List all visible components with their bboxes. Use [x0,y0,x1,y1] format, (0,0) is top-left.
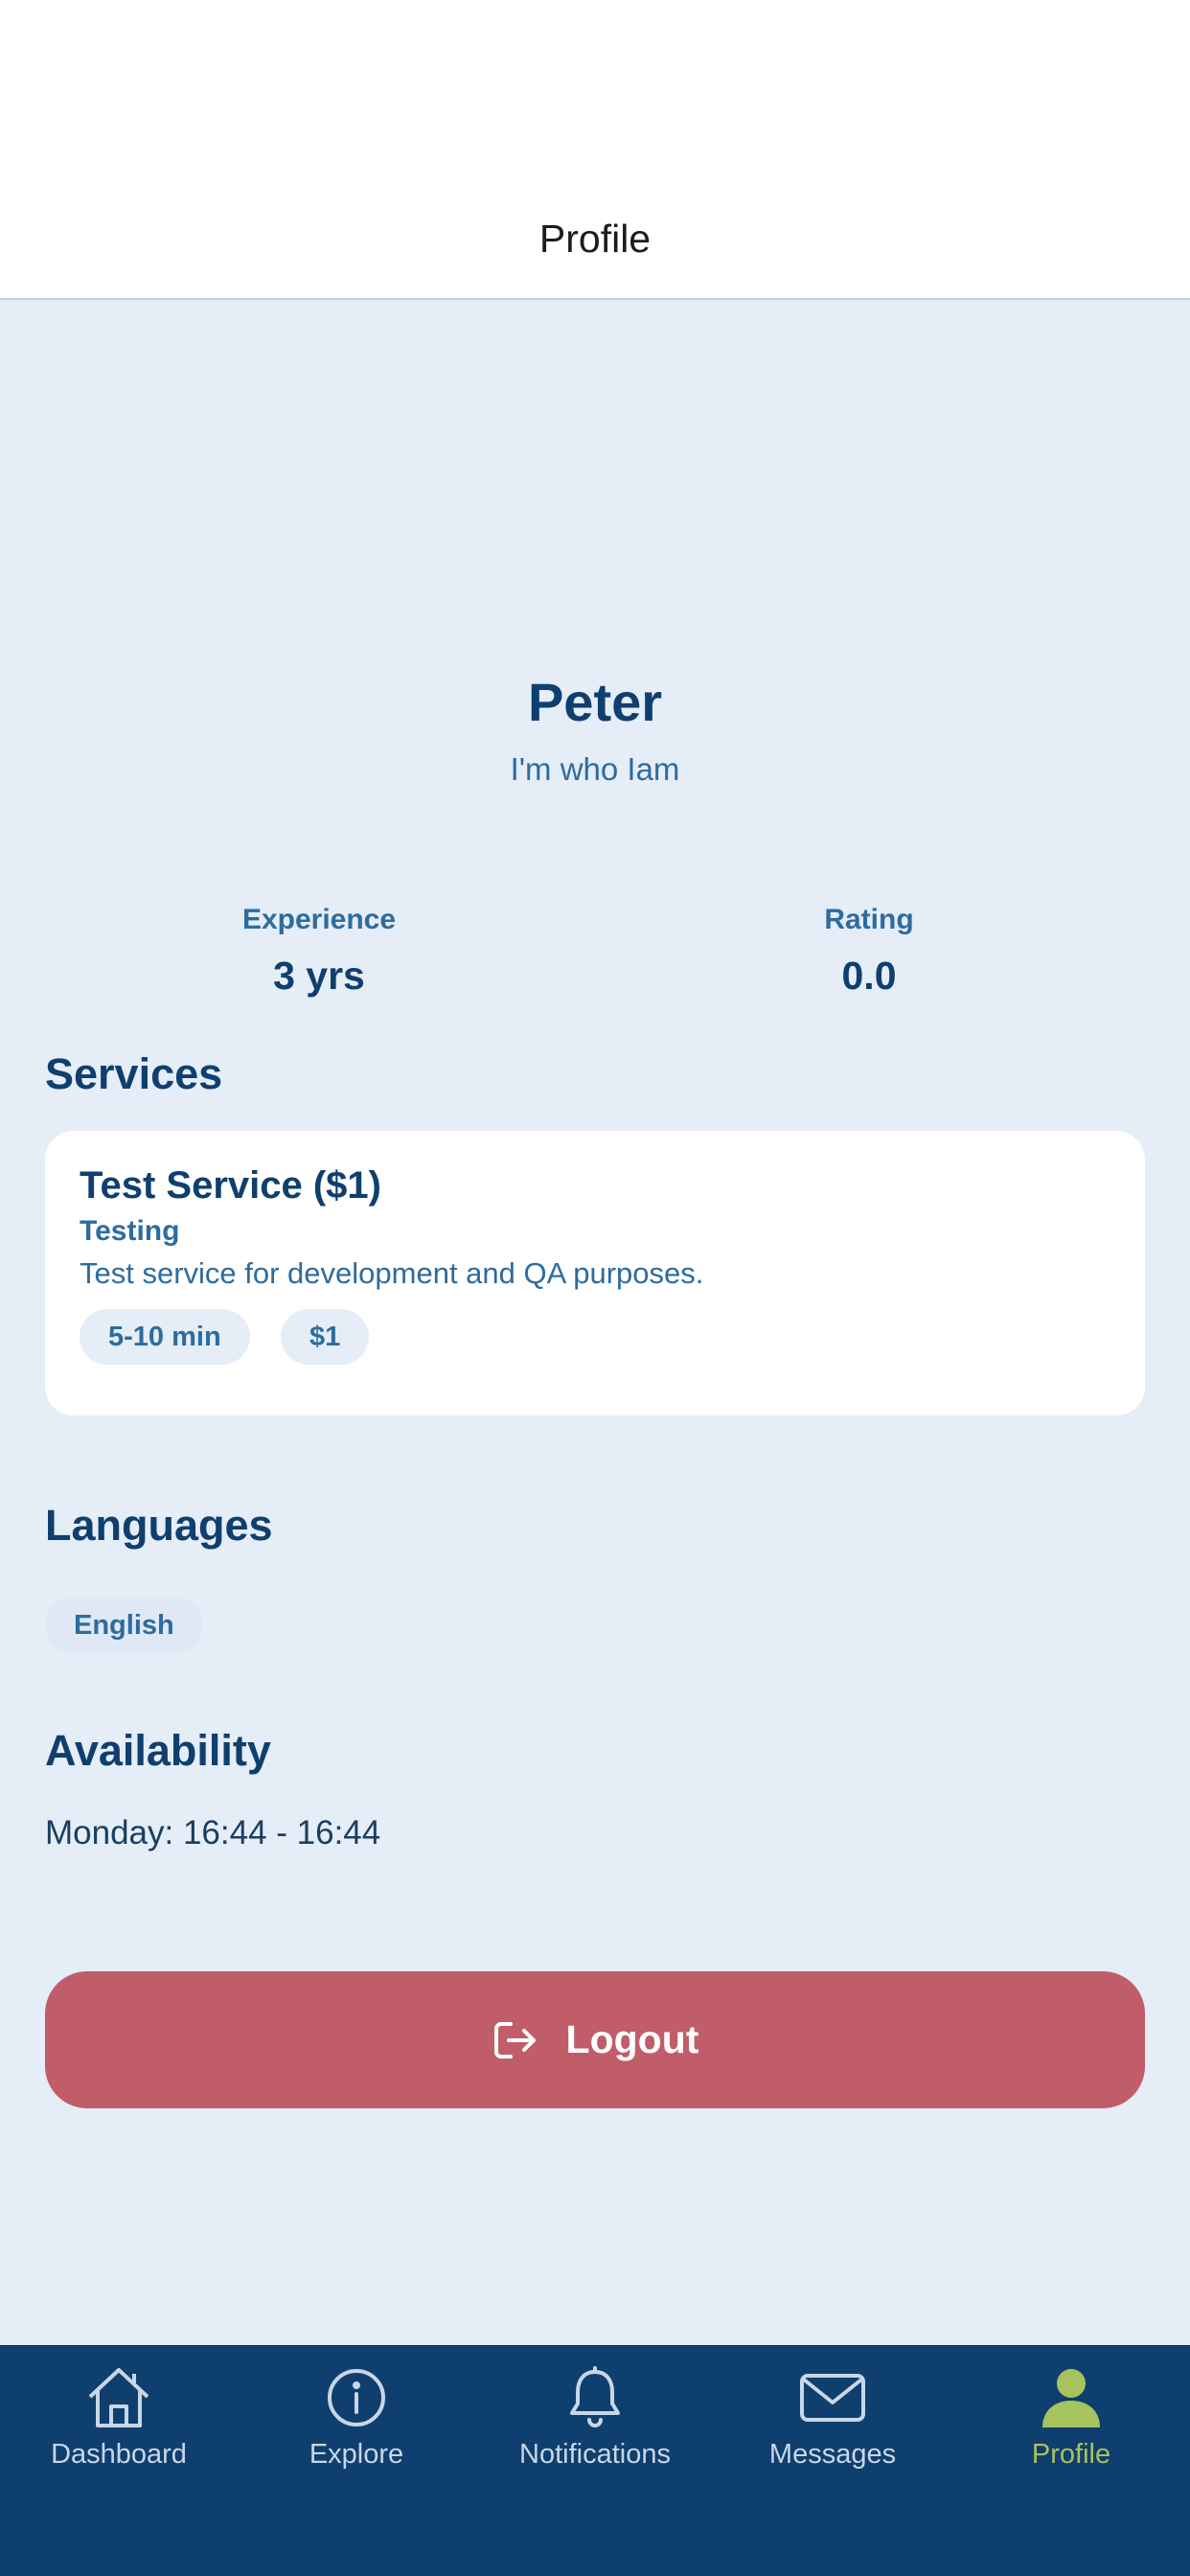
tab-notifications-label: Notifications [519,2439,671,2470]
service-category: Testing [80,1215,180,1247]
info-icon [328,2369,385,2426]
availability-heading: Availability [45,1726,271,1775]
mail-icon [800,2374,865,2422]
experience-value: 3 yrs [273,954,365,998]
rating-value: 0.0 [841,954,897,998]
service-duration-chip: 5-10 min [80,1309,250,1365]
tab-explore-label: Explore [309,2439,404,2470]
profile-name: Peter [527,672,663,732]
page-title: Profile [538,217,652,261]
bell-icon [570,2366,620,2427]
tab-dashboard[interactable]: Dashboard [0,2364,238,2471]
home-icon [88,2368,149,2427]
experience-stat: Experience 3 yrs [127,904,511,999]
service-title: Test Service ($1) [80,1164,381,1207]
tab-notifications[interactable]: Notifications [476,2364,714,2471]
rating-label: Rating [824,904,914,935]
logout-label: Logout [565,2017,699,2061]
languages-heading: Languages [45,1501,273,1550]
tab-dashboard-label: Dashboard [51,2439,187,2470]
service-card[interactable]: Test Service ($1) Testing Test service f… [45,1131,1145,1415]
service-description: Test service for development and QA purp… [80,1256,704,1290]
language-chip: English [45,1598,203,1653]
tab-explore[interactable]: Explore [238,2364,475,2471]
tab-profile-label: Profile [1031,2439,1111,2470]
rating-stat: Rating 0.0 [677,904,1061,999]
logout-button[interactable]: Logout [45,1971,1145,2108]
tab-profile[interactable]: Profile [952,2364,1190,2471]
top-header: Profile [0,0,1190,300]
service-price-chip: $1 [281,1309,370,1365]
tab-messages-label: Messages [768,2439,897,2470]
availability-item: Monday: 16:44 - 16:44 [45,1814,381,1852]
experience-label: Experience [241,904,397,935]
person-icon [1042,2369,1100,2427]
profile-tagline: I'm who Iam [510,751,680,787]
services-heading: Services [45,1049,223,1098]
logout-icon [493,2021,536,2058]
bottom-tab-bar: Dashboard Explore Notifications Messages… [0,2345,1190,2576]
tab-messages[interactable]: Messages [714,2364,951,2471]
